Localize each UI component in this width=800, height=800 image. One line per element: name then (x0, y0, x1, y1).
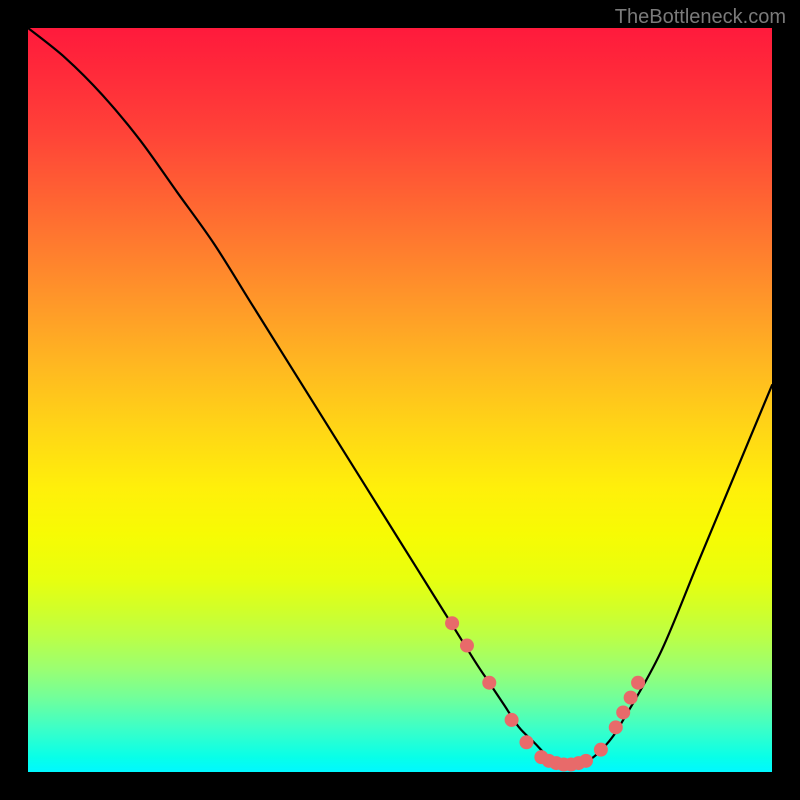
marker-dot (519, 735, 533, 749)
curve-layer (28, 28, 772, 772)
marker-dot (482, 676, 496, 690)
marker-dot (445, 616, 459, 630)
marker-dot (624, 691, 638, 705)
watermark-text: TheBottleneck.com (615, 6, 786, 29)
marker-dot (505, 713, 519, 727)
marker-dot (616, 705, 630, 719)
marker-dot (460, 639, 474, 653)
bottleneck-curve (28, 28, 772, 765)
plot-area (28, 28, 772, 772)
chart-frame (28, 28, 772, 772)
marker-dot (631, 676, 645, 690)
curve-markers (445, 616, 645, 771)
marker-dot (594, 743, 608, 757)
marker-dot (579, 754, 593, 768)
marker-dot (609, 720, 623, 734)
